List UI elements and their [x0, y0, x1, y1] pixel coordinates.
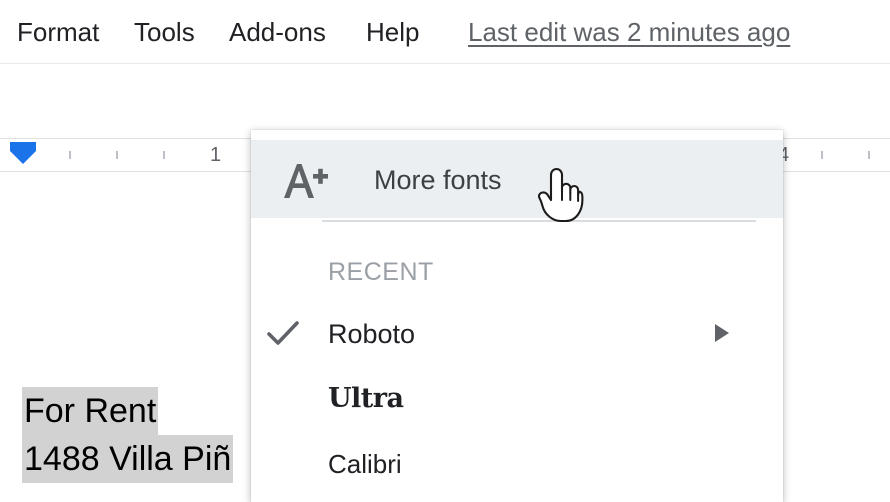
menu-item-format[interactable]: Format: [17, 16, 99, 48]
font-name-label: Roboto: [328, 319, 416, 349]
a-plus-icon: [284, 164, 328, 198]
ruler-number: 1: [210, 144, 222, 166]
ruler-tick: [821, 151, 823, 159]
formatting-toolbar: Normal text Roboto − 14 + B I U A: [0, 63, 890, 189]
more-fonts-label: More fonts: [374, 165, 502, 195]
indent-marker-bar: [10, 142, 36, 151]
document-text[interactable]: For Rent 1488 Villa Piñ: [22, 387, 234, 483]
checkmark-icon: [267, 321, 299, 345]
section-header-recent: RECENT: [328, 258, 434, 286]
menu-divider: [322, 220, 756, 222]
ruler-tick: [116, 151, 118, 159]
document-line-1: For Rent: [22, 387, 159, 435]
menu-bar: Format Tools Add-ons Help Last edit was …: [0, 0, 890, 63]
menu-item-add-ons[interactable]: Add-ons: [229, 16, 326, 48]
font-name-label: Ultra: [328, 383, 404, 414]
left-indent-marker[interactable]: [10, 142, 36, 164]
menu-item-help[interactable]: Help: [366, 16, 419, 48]
menu-item-more-fonts[interactable]: More fonts: [251, 140, 783, 218]
menu-item-font-calibri[interactable]: Calibri: [251, 440, 783, 496]
ruler-tick: [868, 151, 870, 159]
font-name-label: Calibri: [328, 449, 402, 479]
ruler-tick: [163, 151, 165, 159]
indent-marker-triangle: [10, 151, 36, 164]
menu-item-tools[interactable]: Tools: [134, 16, 195, 48]
submenu-arrow-icon: [715, 324, 729, 342]
menu-item-font-roboto[interactable]: Roboto: [251, 310, 783, 366]
ruler-tick: [69, 151, 71, 159]
menu-item-font-ultra[interactable]: Ultra: [251, 375, 783, 431]
last-edit-status-link[interactable]: Last edit was 2 minutes ago: [468, 16, 790, 48]
document-line-2: 1488 Villa Piñ: [22, 435, 234, 483]
font-family-menu: More fonts RECENT Roboto Ultra Calibri: [251, 130, 783, 502]
